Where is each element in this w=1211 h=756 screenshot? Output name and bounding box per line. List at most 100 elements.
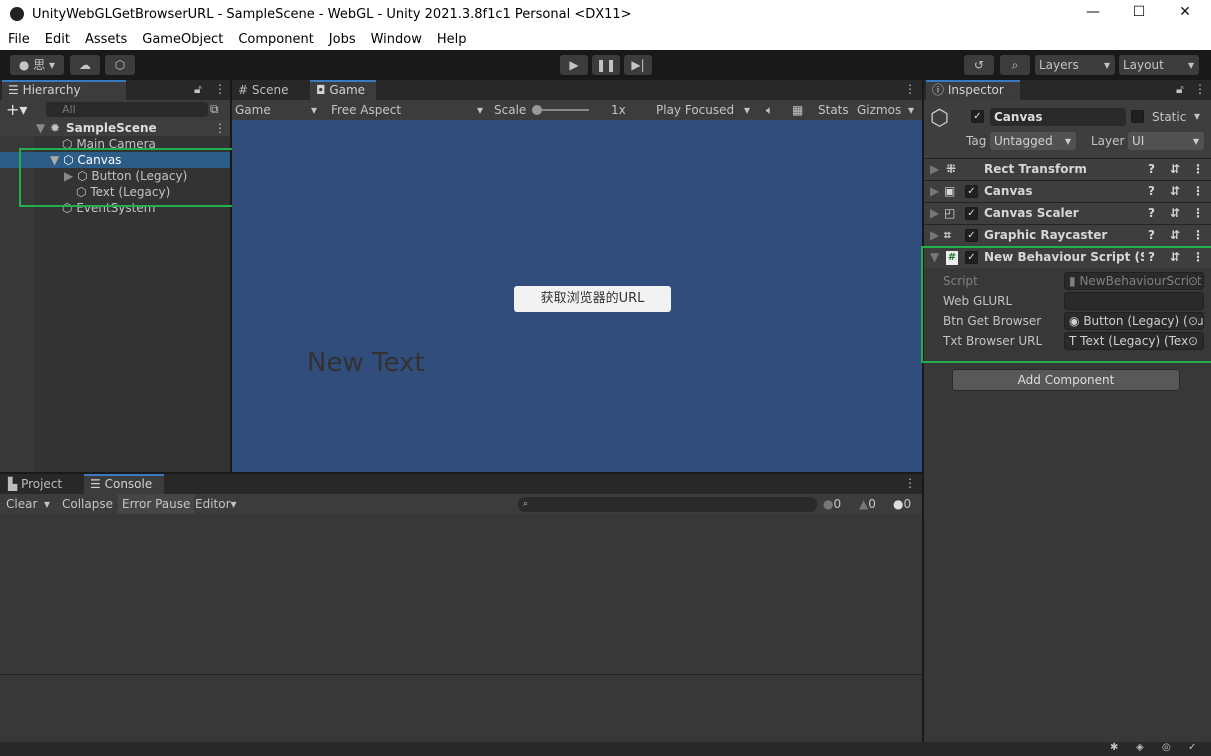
pause-button[interactable]: ❚❚ [592, 55, 620, 75]
play-icon: ▶ [569, 58, 579, 72]
gizmos-dropdown-icon[interactable]: ▾ [908, 100, 914, 120]
info-filter-button[interactable]: ●0 [823, 494, 841, 514]
menu-jobs[interactable]: Jobs [321, 30, 363, 50]
console-search-input[interactable]: ⌕ [518, 497, 817, 512]
clear-button[interactable]: Clear [6, 494, 37, 514]
layers-dropdown[interactable]: Layers ▾ [1035, 55, 1115, 75]
lock-icon[interactable]: 🔓︎ [194, 82, 202, 97]
progress-icon[interactable]: ✓ [1188, 742, 1196, 753]
help-icon[interactable]: ? [1148, 203, 1155, 224]
add-component-button[interactable]: Add Component [952, 369, 1180, 391]
rect-transform-icon: ⁜ [946, 162, 957, 176]
help-icon[interactable]: ? [1148, 225, 1155, 246]
layout-dropdown[interactable]: Layout ▾ [1119, 55, 1199, 75]
error-pause-button[interactable]: Error Pause [118, 494, 195, 514]
stats-button[interactable]: Stats [818, 100, 849, 120]
tab-inspector[interactable]: ⓘ Inspector [926, 80, 1020, 100]
slider-handle[interactable] [532, 105, 542, 115]
layer-dropdown[interactable]: UI ▾ [1128, 132, 1204, 150]
menu-gameobject[interactable]: GameObject [134, 30, 230, 50]
history-button[interactable]: ↺ [964, 55, 994, 75]
name-input[interactable]: Canvas [990, 108, 1126, 126]
console-panel: ▙ Project ☰ Console ⋮ Clear ▾ Collapse E… [0, 474, 922, 742]
scene-row[interactable]: ▼ ✹ SampleScene ⋮ [0, 120, 230, 136]
enabled-checkbox[interactable]: ✓ [965, 207, 978, 220]
network-icon[interactable]: ◎ [1162, 742, 1171, 753]
active-checkbox[interactable]: ✓ [971, 110, 984, 123]
aspect-dropdown[interactable]: Free Aspect ▾ [331, 100, 487, 120]
kebab-menu-icon[interactable]: ⋮ [214, 82, 226, 96]
tab-console[interactable]: ☰ Console [84, 474, 164, 494]
kebab-menu-icon[interactable]: ⋮ [1194, 82, 1206, 96]
console-menu-icon[interactable]: ⋮ [904, 476, 916, 490]
audio-icon[interactable]: 🔈︎ [766, 100, 773, 120]
cache-icon[interactable]: ◈ [1136, 742, 1144, 753]
scene-menu-icon[interactable]: ⋮ [214, 120, 226, 136]
component-menu-icon[interactable]: ⋮ [1192, 203, 1204, 224]
tab-game[interactable]: ◘ Game [310, 80, 376, 100]
hierarchy-panel: ☰ Hierarchy 🔓︎ ⋮ +▾ All ⧉ ▼ ✹ SampleScen… [0, 80, 230, 472]
game-menu-icon[interactable]: ⋮ [904, 82, 916, 96]
menu-edit[interactable]: Edit [37, 30, 77, 50]
hierarchy-search-input[interactable]: All [46, 102, 208, 117]
search-toggle-icon[interactable]: ⧉ [210, 102, 219, 117]
presets-icon[interactable]: ⇵ [1170, 181, 1180, 202]
console-detail-area[interactable] [0, 674, 922, 742]
play-button[interactable]: ▶ [560, 55, 588, 75]
tag-dropdown[interactable]: Untagged ▾ [990, 132, 1076, 150]
maximize-button[interactable]: ☐ [1129, 4, 1149, 20]
collab-button[interactable]: ⬡ [105, 55, 135, 75]
display-dropdown[interactable]: Game ▾ [235, 100, 321, 120]
enabled-checkbox[interactable]: ✓ [965, 229, 978, 242]
menu-assets[interactable]: Assets [77, 30, 134, 50]
main-toolbar: ● 思 ▾ ☁ ⬡ ▶ ❚❚ ▶| ↺ ⌕ Layers ▾ Layout ▾ [0, 50, 1211, 80]
lock-icon[interactable]: 🔓︎ [1176, 82, 1184, 97]
tab-project[interactable]: ▙ Project [2, 474, 82, 494]
presets-icon[interactable]: ⇵ [1170, 203, 1180, 224]
bug-icon[interactable]: ✱ [1110, 742, 1118, 753]
enabled-checkbox[interactable]: ✓ [965, 185, 978, 198]
console-log-list[interactable] [0, 514, 922, 674]
scale-slider[interactable]: Scale 1x [494, 100, 654, 120]
game-viewport[interactable]: 获取浏览器的URL New Text [232, 120, 922, 472]
close-button[interactable]: ✕ [1175, 4, 1195, 20]
error-filter-button[interactable]: ●0 [893, 494, 911, 514]
menu-window[interactable]: Window [363, 30, 429, 50]
cloud-button[interactable]: ☁ [70, 55, 100, 75]
static-dropdown-icon[interactable]: ▾ [1194, 109, 1200, 123]
component-menu-icon[interactable]: ⋮ [1192, 181, 1204, 202]
component-canvas[interactable]: ▶ ▣ ✓ Canvas? ⇵ ⋮ [924, 180, 1211, 202]
component-graphic-raycaster[interactable]: ▶ ⌗ ✓ Graphic Raycaster? ⇵ ⋮ [924, 224, 1211, 246]
error-icon: ● [893, 497, 904, 511]
menu-file[interactable]: File [0, 30, 37, 50]
warning-filter-button[interactable]: ▲0 [859, 494, 876, 514]
get-url-button[interactable]: 获取浏览器的URL [514, 286, 671, 312]
static-checkbox[interactable] [1131, 110, 1144, 123]
help-icon[interactable]: ? [1148, 159, 1155, 180]
expand-arrow-icon[interactable]: ▼ [36, 120, 45, 136]
add-button[interactable]: +▾ [6, 100, 27, 119]
help-icon[interactable]: ? [1148, 181, 1155, 202]
collapse-button[interactable]: Collapse [62, 494, 113, 514]
editor-dropdown[interactable]: Editor▾ [195, 494, 237, 514]
component-rect-transform[interactable]: ▶ ⁜ Rect Transform? ⇵ ⋮ [924, 158, 1211, 180]
search-button[interactable]: ⌕ [1000, 55, 1030, 75]
clear-options-icon[interactable]: ▾ [44, 494, 50, 514]
component-menu-icon[interactable]: ⋮ [1192, 225, 1204, 246]
minimize-button[interactable]: — [1083, 4, 1103, 20]
account-button[interactable]: ● 思 ▾ [10, 55, 64, 75]
presets-icon[interactable]: ⇵ [1170, 159, 1180, 180]
presets-icon[interactable]: ⇵ [1170, 225, 1180, 246]
tab-hierarchy[interactable]: ☰ Hierarchy [2, 80, 126, 100]
step-button[interactable]: ▶| [624, 55, 652, 75]
component-menu-icon[interactable]: ⋮ [1192, 159, 1204, 180]
menu-help[interactable]: Help [429, 30, 474, 50]
window-title: UnityWebGLGetBrowserURL - SampleScene - … [32, 7, 632, 22]
play-mode-dropdown[interactable]: Play Focused ▾ [656, 100, 752, 120]
menu-component[interactable]: Component [230, 30, 320, 50]
grid-icon[interactable]: ▦ [792, 100, 803, 120]
menu-bar: File Edit Assets GameObject Component Jo… [0, 30, 1211, 50]
tab-scene[interactable]: # Scene [232, 80, 310, 100]
component-canvas-scaler[interactable]: ▶ ◰ ✓ Canvas Scaler? ⇵ ⋮ [924, 202, 1211, 224]
gizmos-button[interactable]: Gizmos [857, 100, 901, 120]
